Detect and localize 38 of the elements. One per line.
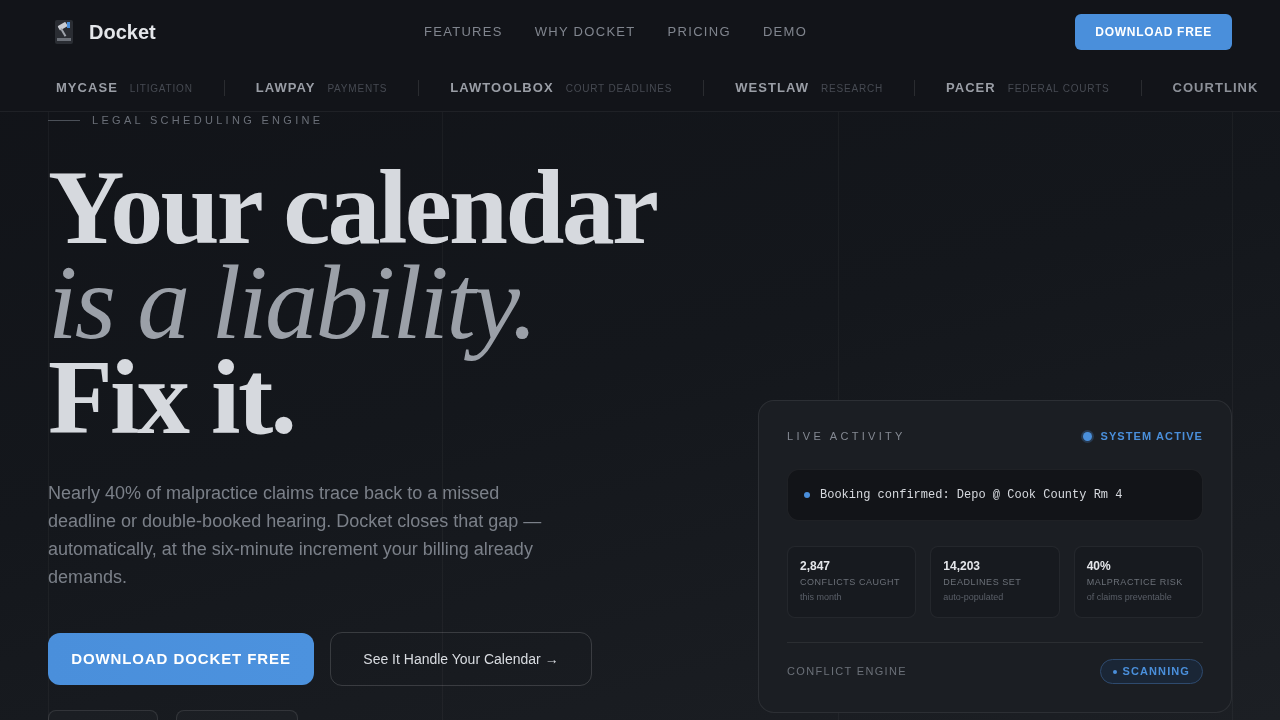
- stat-label: DEADLINES SET: [943, 576, 1023, 588]
- engine-label: CONFLICT ENGINE: [787, 664, 907, 680]
- partner-name: LAWPAY: [255, 78, 316, 97]
- nav-link[interactable]: DEMO: [762, 22, 808, 42]
- download-button[interactable]: DOWNLOAD FREE: [1075, 14, 1232, 50]
- nav-link[interactable]: FEATURES: [423, 22, 503, 42]
- hero-description: Nearly 40% of malpractice claims trace back to a missed deadline or double-booked hearing. Docket closes that gap — automatically, at the six-minute increment your billing already demands.: [48, 482, 543, 589]
- stat-label: MALPRACTICE RISK: [1086, 576, 1184, 588]
- partner-name: COURTLINK: [1172, 78, 1259, 97]
- eyebrow-text: LEGAL SCHEDULING ENGINE: [92, 112, 324, 128]
- nav-link[interactable]: PRICING: [667, 22, 731, 42]
- headline-line: Your calendar: [48, 152, 658, 263]
- partner-name: LAWTOOLBOX: [450, 78, 554, 97]
- event-text: Booking confirmed: Depo @ Cook County Rm 4: [820, 487, 1123, 504]
- partner-category: LITIGATION: [129, 81, 193, 96]
- stat-note: auto-populated: [943, 591, 1005, 603]
- partner-name: PACER: [946, 78, 996, 97]
- stat-value: 14,203: [943, 559, 982, 573]
- partner-category: FEDERAL COURTS: [1007, 81, 1110, 96]
- partner-category: COURT DEADLINES: [565, 81, 673, 96]
- stat-label: CONFLICTS CAUGHT: [800, 576, 902, 588]
- stat-note: this month: [800, 591, 843, 603]
- partner-category: RESEARCH: [821, 81, 883, 96]
- download-docket-button[interactable]: DOWNLOAD DOCKET FREE: [48, 633, 314, 685]
- stat-value: 40%: [1086, 559, 1112, 573]
- headline-line: Fix it.: [48, 342, 295, 453]
- demo-button[interactable]: See It Handle Your Calendar →: [330, 632, 592, 686]
- gavel-icon: [55, 20, 73, 44]
- partner-name: WESTLAW: [735, 78, 810, 97]
- partner-name: MYCASE: [56, 78, 118, 97]
- brand-name[interactable]: Docket: [89, 17, 156, 47]
- stat-note: of claims preventable: [1086, 591, 1173, 603]
- status-label: SYSTEM ACTIVE: [1100, 428, 1203, 444]
- stat-value: 2,847: [800, 559, 832, 573]
- card-title: LIVE ACTIVITY: [787, 428, 906, 444]
- scanning-text: SCANNING: [1122, 664, 1190, 680]
- nav-link[interactable]: WHY DOCKET: [534, 22, 636, 42]
- partner-category: PAYMENTS: [327, 81, 388, 96]
